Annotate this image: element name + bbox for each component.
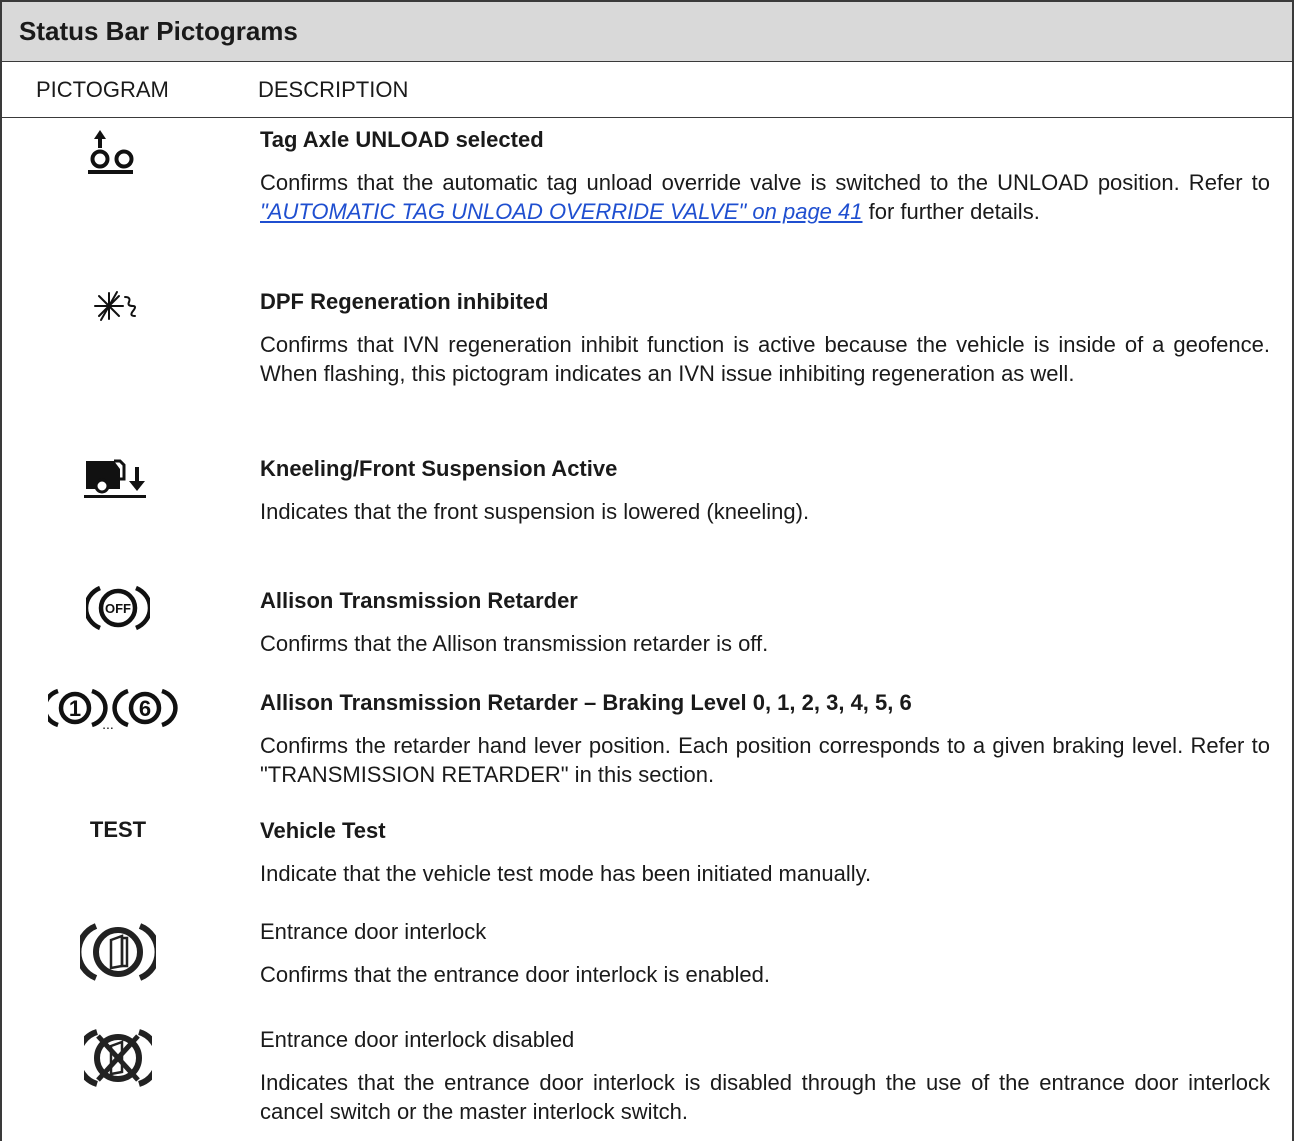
row-description: Allison Transmission Retarder – Braking …: [260, 689, 1270, 789]
door-interlock-icon: [2, 920, 234, 984]
test-pictogram: TEST: [2, 817, 234, 843]
automatic-tag-unload-link[interactable]: "AUTOMATIC TAG UNLOAD OVERRIDE VALVE" on…: [260, 199, 863, 224]
test-label: TEST: [89, 817, 147, 842]
pictogram-table: Status Bar Pictograms PICTOGRAM DESCRIPT…: [0, 0, 1294, 1141]
dpf-regeneration-inhibited-icon: [2, 290, 234, 322]
row-title: Allison Transmission Retarder – Braking …: [260, 690, 912, 715]
row-body: Confirms that the Allison transmission r…: [260, 631, 769, 656]
table-header-row: PICTOGRAM DESCRIPTION: [2, 62, 1292, 118]
retarder-level-ellipsis: ...: [102, 716, 114, 732]
row-title: Allison Transmission Retarder: [260, 588, 578, 613]
row-description: DPF Regeneration inhibited Confirms that…: [260, 288, 1270, 388]
row-description: Tag Axle UNLOAD selected Confirms that t…: [260, 126, 1270, 226]
retarder-off-icon: OFF: [2, 583, 234, 633]
row-body: Confirms that the automatic tag unload o…: [260, 168, 1270, 226]
row-description: Allison Transmission Retarder Confirms t…: [260, 587, 1270, 658]
tag-axle-unload-icon: [2, 130, 234, 176]
row-body: Confirms that IVN regeneration inhibit f…: [260, 332, 1270, 386]
table-title-bar: Status Bar Pictograms: [2, 0, 1292, 62]
row-title: Vehicle Test: [260, 818, 386, 843]
door-interlock-disabled-icon: [2, 1026, 234, 1090]
row-description: Entrance door interlock disabled Indicat…: [260, 1026, 1270, 1126]
table-title: Status Bar Pictograms: [19, 16, 298, 46]
row-body-text-end: for further details.: [862, 199, 1040, 224]
row-body: Confirms the retarder hand lever positio…: [260, 733, 1270, 787]
row-title: Entrance door interlock disabled: [260, 1027, 575, 1052]
retarder-off-label: OFF: [105, 601, 131, 616]
row-title: Entrance door interlock: [260, 919, 487, 944]
row-description: Kneeling/Front Suspension Active Indicat…: [260, 455, 1270, 526]
row-title: DPF Regeneration inhibited: [260, 289, 549, 314]
row-body: Confirms that the entrance door interloc…: [260, 962, 770, 987]
row-body: Indicates that the entrance door interlo…: [260, 1070, 1270, 1124]
column-header-pictogram: PICTOGRAM: [36, 77, 169, 102]
row-description: Entrance door interlock Confirms that th…: [260, 918, 1270, 989]
kneeling-icon: [2, 455, 234, 501]
row-body-text: Confirms that the automatic tag unload o…: [260, 170, 1270, 195]
row-title: Tag Axle UNLOAD selected: [260, 127, 544, 152]
retarder-level-1-label: 1: [69, 696, 81, 721]
row-title: Kneeling/Front Suspension Active: [260, 456, 618, 481]
retarder-level-icon: 1 ... 6: [2, 685, 234, 733]
row-body: Indicates that the front suspension is l…: [260, 499, 810, 524]
column-header-description: DESCRIPTION: [258, 77, 409, 102]
retarder-level-6-label: 6: [139, 696, 151, 721]
row-body: Indicate that the vehicle test mode has …: [260, 861, 872, 886]
row-description: Vehicle Test Indicate that the vehicle t…: [260, 817, 1270, 888]
